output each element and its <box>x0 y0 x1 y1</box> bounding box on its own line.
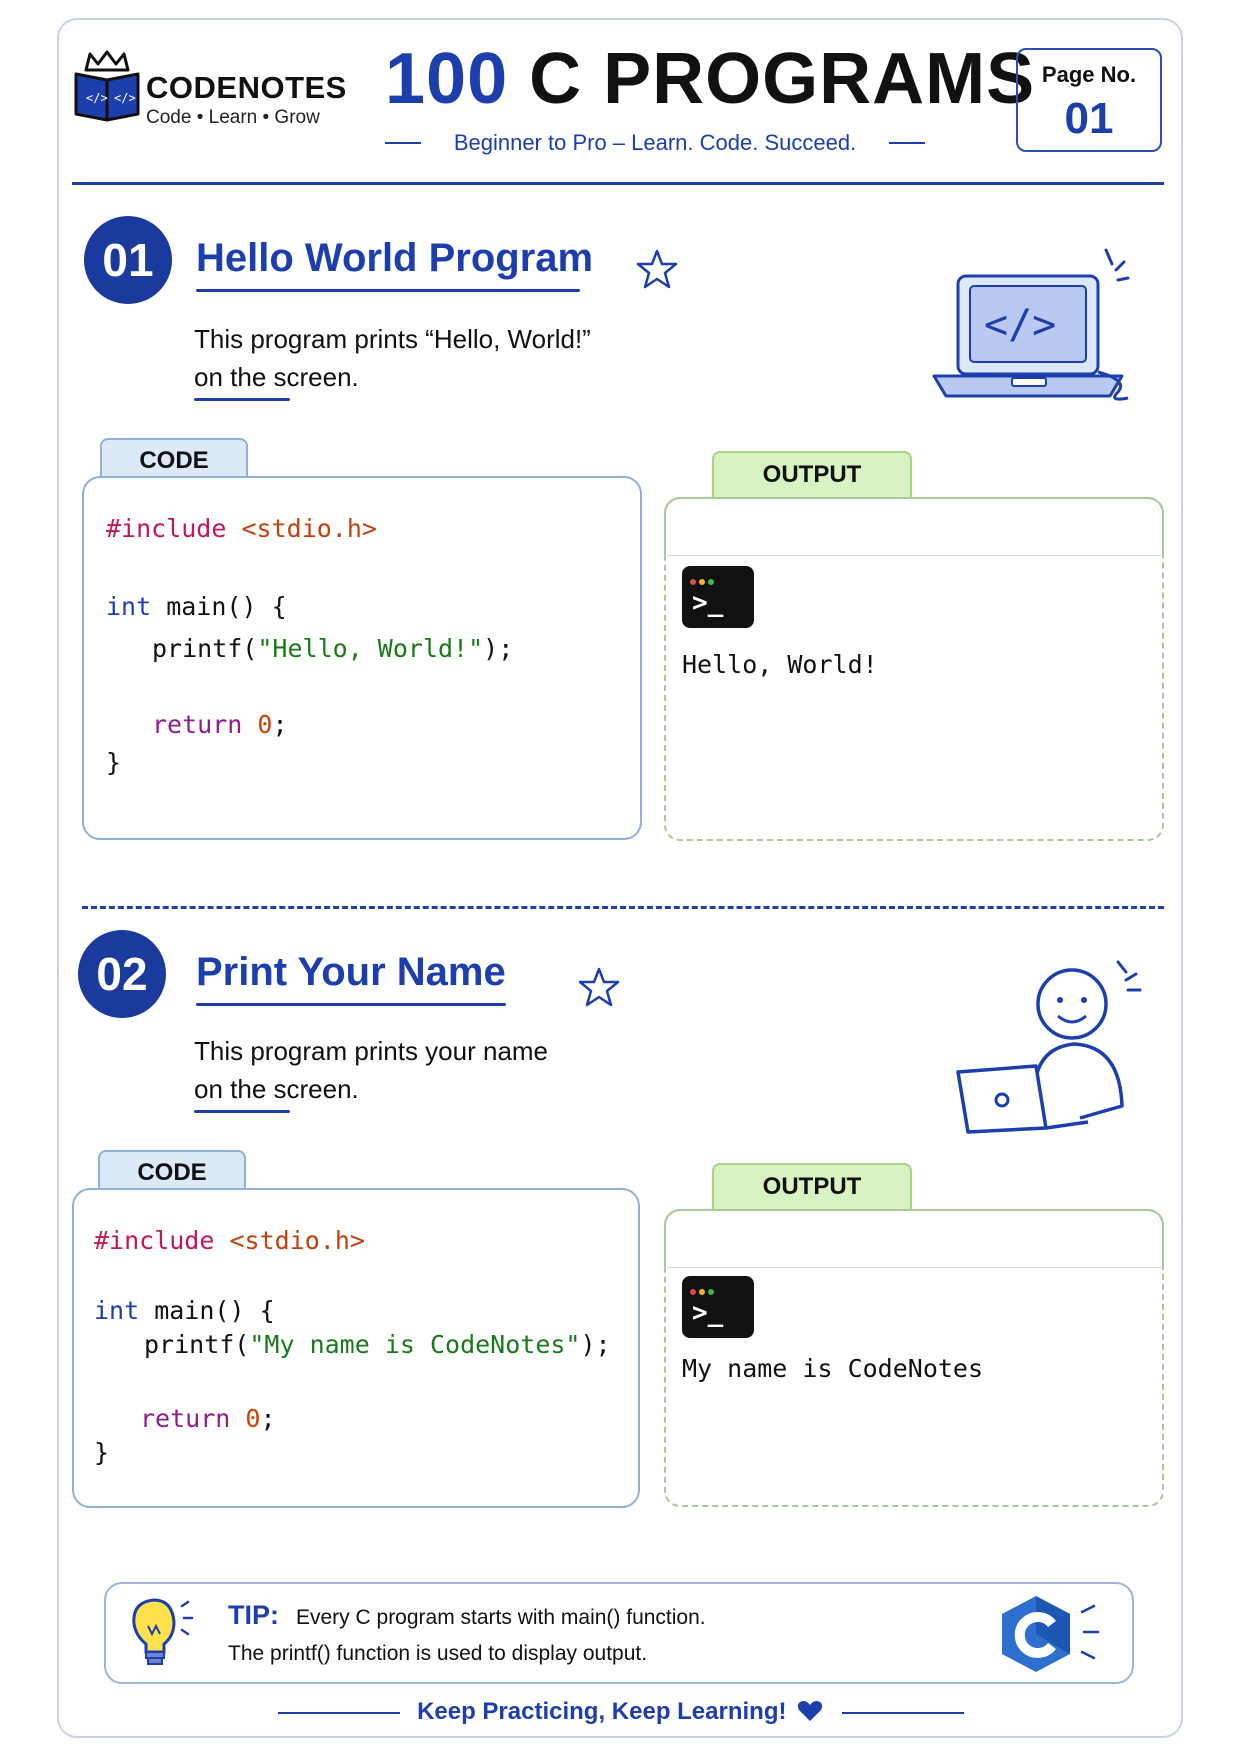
page-subtitle-wrap: Beginner to Pro – Learn. Code. Succeed. <box>385 128 925 158</box>
section-title-underline <box>196 1003 506 1006</box>
footer-text: Keep Practicing, Keep Learning! <box>417 1698 787 1725</box>
code-return-value: 0 <box>257 710 273 739</box>
section-divider <box>82 906 1164 909</box>
page-number-box: Page No. 01 <box>1016 48 1162 152</box>
footer: Keep Practicing, Keep Learning! <box>0 1698 1240 1726</box>
code-preprocessor: #include <box>94 1226 215 1255</box>
header-divider <box>72 182 1164 185</box>
section-number-badge: 02 <box>78 930 166 1018</box>
code-line-include: #include <stdio.h> <box>94 1226 365 1255</box>
program-output: Hello, World! <box>682 650 878 679</box>
star-icon <box>578 967 620 1007</box>
tip-text-line2: The printf() function is used to display… <box>228 1642 648 1665</box>
svg-text:</>: </> <box>86 91 108 105</box>
section-description-line2: on the screen. <box>194 362 359 392</box>
code-line-main: int main() { <box>106 592 287 621</box>
code-return-keyword: return <box>152 710 243 739</box>
laptop-code-icon: </> <box>932 248 1130 401</box>
section-title: Hello World Program <box>196 236 594 280</box>
code-return-end: ; <box>272 710 288 739</box>
person-laptop-icon <box>956 960 1142 1134</box>
code-header-name: <stdio.h> <box>241 514 377 543</box>
code-return-keyword: return <box>140 1404 231 1433</box>
page-title-text: C PROGRAMS <box>529 39 1036 119</box>
page-number-value: 01 <box>1064 94 1114 143</box>
section-description-line2: on the screen. <box>194 1074 359 1104</box>
code-line-return: return 0; <box>140 1404 276 1433</box>
terminal-icon: >_ <box>682 1276 754 1338</box>
codenotes-logo-icon: </> </> <box>72 50 142 127</box>
svg-text:</>: </> <box>984 302 1056 348</box>
subtitle-left-rule <box>385 142 421 144</box>
code-type-keyword: int <box>94 1296 140 1325</box>
lightbulb-icon <box>132 1598 194 1665</box>
tip-label: TIP: <box>228 1600 279 1630</box>
section-description: This program prints “Hello, World!” on t… <box>194 320 714 396</box>
code-type-keyword: int <box>106 592 152 621</box>
terminal-prompt: >_ <box>692 1298 724 1328</box>
code-line-printf: printf("My name is CodeNotes"); <box>144 1330 611 1359</box>
code-call-open: printf( <box>144 1330 250 1359</box>
code-line-include: #include <stdio.h> <box>106 514 377 543</box>
brand-tagline: Code • Learn • Grow <box>146 107 320 128</box>
code-line-main: int main() { <box>94 1296 275 1325</box>
section-title-underline <box>196 289 580 292</box>
code-return-end: ; <box>260 1404 276 1433</box>
terminal-icon: >_ <box>682 566 754 628</box>
output-label-tab: OUTPUT <box>712 451 912 497</box>
code-line-brace: } <box>94 1438 110 1467</box>
code-main-signature: main() { <box>151 592 287 621</box>
code-main-signature: main() { <box>139 1296 275 1325</box>
section-title: Print Your Name <box>196 950 506 994</box>
code-call-close: ); <box>580 1330 611 1359</box>
page-title-number: 100 <box>385 39 509 119</box>
section-description-line1: This program prints “Hello, World!” <box>194 324 591 354</box>
code-return-value: 0 <box>245 1404 261 1433</box>
page-subtitle: Beginner to Pro – Learn. Code. Succeed. <box>453 130 857 155</box>
description-underline <box>194 398 290 401</box>
star-icon <box>636 249 678 289</box>
c-language-logo-icon <box>1002 1596 1100 1672</box>
code-string-literal: "My name is CodeNotes" <box>249 1330 581 1359</box>
terminal-prompt: >_ <box>692 588 724 618</box>
footer-right-rule <box>842 1712 964 1714</box>
heart-icon <box>797 1700 823 1721</box>
page-number-label: Page No. <box>1041 62 1137 87</box>
code-header-name: <stdio.h> <box>229 1226 365 1255</box>
code-line-brace: } <box>106 748 122 777</box>
code-call-close: ); <box>483 634 514 663</box>
tip-box <box>104 1582 1134 1684</box>
code-call-open: printf( <box>152 634 258 663</box>
section-description-line1: This program prints your name <box>194 1036 549 1066</box>
brand-name: CODENOTES <box>146 70 347 105</box>
subtitle-right-rule <box>889 142 925 144</box>
section-number-badge: 01 <box>84 216 172 304</box>
output-box-header <box>664 497 1164 556</box>
code-preprocessor: #include <box>106 514 227 543</box>
page-title: 100 C PROGRAMS <box>385 38 1034 120</box>
description-underline <box>194 1110 290 1113</box>
code-line-printf: printf("Hello, World!"); <box>152 634 513 663</box>
output-label-tab: OUTPUT <box>712 1163 912 1209</box>
code-string-literal: "Hello, World!" <box>257 634 484 663</box>
code-line-return: return 0; <box>152 710 288 739</box>
svg-text:</>: </> <box>114 91 136 105</box>
program-output: My name is CodeNotes <box>682 1354 984 1383</box>
section-description: This program prints your name on the scr… <box>194 1032 714 1108</box>
tip-text-line1: Every C program starts with main() funct… <box>296 1606 706 1629</box>
output-box-header <box>664 1209 1164 1268</box>
